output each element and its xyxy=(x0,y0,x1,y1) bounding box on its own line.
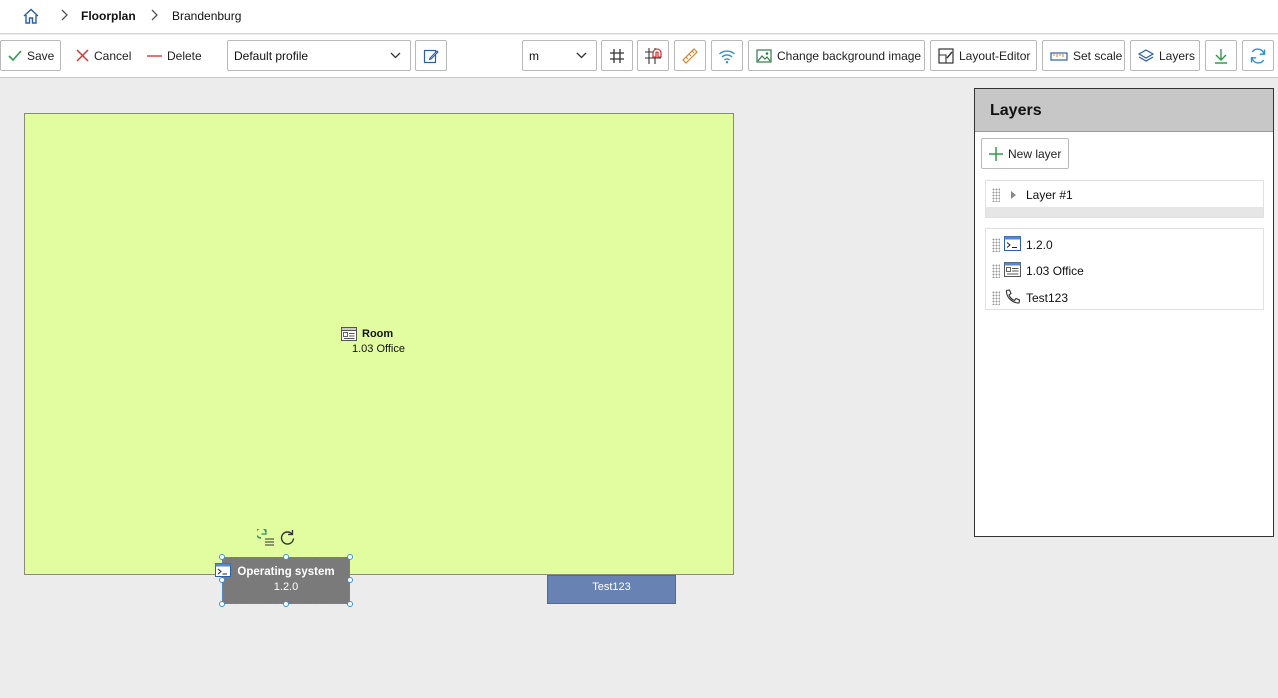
breadcrumb-current[interactable]: Brandenburg xyxy=(172,8,241,24)
layer-drop-zone xyxy=(986,207,1263,217)
breadcrumb-floorplan[interactable]: Floorplan xyxy=(81,8,136,24)
phone-name-label: Test123 xyxy=(592,581,631,593)
layers-panel-title: Layers xyxy=(975,89,1273,132)
unit-value: m xyxy=(529,48,539,63)
cancel-label: Cancel xyxy=(94,48,132,63)
phone-icon xyxy=(1005,289,1021,304)
layer-row[interactable]: Layer #1 xyxy=(986,181,1263,209)
layout-editor-button[interactable]: Layout-Editor xyxy=(930,40,1037,71)
breadcrumb: Floorplan Brandenburg xyxy=(0,0,1278,34)
profile-value: Default profile xyxy=(234,48,309,63)
new-layer-label: New layer xyxy=(1008,146,1062,161)
refresh-icon xyxy=(1250,47,1266,64)
resize-handle[interactable] xyxy=(347,577,353,583)
layer-object-item[interactable]: 1.2.0 xyxy=(986,231,1263,257)
wifi-icon xyxy=(719,49,735,63)
ruler-icon xyxy=(682,47,698,64)
layer-object-item[interactable]: Test123 xyxy=(986,284,1263,310)
room-icon xyxy=(341,327,357,341)
rotate-list-icon[interactable] xyxy=(257,529,275,547)
set-scale-button[interactable]: Set scale xyxy=(1042,40,1125,71)
toolbar: Save Cancel Delete Default profile m Cha… xyxy=(0,35,1278,78)
layer-object-name: 1.2.0 xyxy=(1026,238,1053,252)
measure-button[interactable] xyxy=(674,40,706,71)
object-tools xyxy=(257,529,296,547)
chevron-right-icon xyxy=(61,9,68,21)
layers-panel: Layers New layer Layer #1 1.2.0 1.03 Off… xyxy=(974,88,1274,537)
plus-icon xyxy=(989,146,1003,161)
minus-icon xyxy=(147,54,162,57)
terminal-icon xyxy=(1004,236,1021,251)
image-icon xyxy=(756,48,772,63)
rotate-icon[interactable] xyxy=(279,529,296,546)
change-background-image-label: Change background image xyxy=(777,48,922,63)
save-button[interactable]: Save xyxy=(0,40,61,71)
layers-label: Layers xyxy=(1159,48,1196,63)
drag-handle-icon[interactable] xyxy=(992,264,1000,278)
os-type-label: Operating system xyxy=(237,566,335,578)
operating-system-object[interactable]: Operating system 1.2.0 xyxy=(219,554,353,607)
unit-select[interactable]: m xyxy=(522,40,597,71)
room-name-label: 1.03 Office xyxy=(352,343,405,355)
resize-handle[interactable] xyxy=(219,554,225,560)
new-layer-button[interactable]: New layer xyxy=(981,138,1070,169)
layer-object-name: 1.03 Office xyxy=(1026,264,1084,278)
expand-arrow-icon[interactable] xyxy=(1011,191,1016,199)
resize-handle[interactable] xyxy=(347,601,353,607)
layer-object-list: 1.2.0 1.03 Office Test123 xyxy=(985,228,1264,310)
download-button[interactable] xyxy=(1205,40,1237,71)
resize-handle[interactable] xyxy=(347,554,353,560)
layer-object-item[interactable]: 1.03 Office xyxy=(986,257,1263,283)
resize-handle[interactable] xyxy=(283,601,289,607)
layer-name: Layer #1 xyxy=(1026,188,1073,202)
layers-icon xyxy=(1138,48,1154,62)
check-icon xyxy=(8,49,22,61)
set-scale-label: Set scale xyxy=(1073,48,1123,63)
magnet-grid-icon xyxy=(645,47,662,64)
refresh-button[interactable] xyxy=(1242,40,1274,71)
layout-editor-label: Layout-Editor xyxy=(959,48,1031,63)
home-icon[interactable] xyxy=(22,7,40,25)
grid-icon xyxy=(610,48,624,63)
edit-icon xyxy=(423,49,439,63)
phone-object[interactable]: Test123 xyxy=(547,575,676,604)
save-label: Save xyxy=(27,48,55,63)
layer-object-name: Test123 xyxy=(1026,291,1069,305)
chevron-right-icon xyxy=(151,9,158,21)
room-type-label: Room xyxy=(362,328,394,340)
drag-handle-icon[interactable] xyxy=(992,188,1000,202)
wifi-button[interactable] xyxy=(711,40,743,71)
chevron-down-icon xyxy=(390,52,401,59)
resize-handle[interactable] xyxy=(219,577,225,583)
resize-handle[interactable] xyxy=(283,554,289,560)
edit-profile-button[interactable] xyxy=(415,40,447,71)
room-icon xyxy=(1004,262,1021,277)
grid-toggle-button[interactable] xyxy=(601,40,633,71)
layers-button[interactable]: Layers xyxy=(1130,40,1200,71)
layout-editor-icon xyxy=(938,47,954,64)
close-icon xyxy=(76,49,89,62)
delete-label: Delete xyxy=(167,48,202,63)
scale-ruler-icon xyxy=(1050,51,1068,61)
drag-handle-icon[interactable] xyxy=(992,238,1000,252)
profile-select[interactable]: Default profile xyxy=(227,40,411,71)
drag-handle-icon[interactable] xyxy=(992,291,1000,305)
terminal-icon xyxy=(215,563,231,577)
chevron-down-icon xyxy=(576,52,587,59)
layer-list: Layer #1 xyxy=(985,180,1264,218)
delete-button[interactable]: Delete xyxy=(139,40,209,71)
download-icon xyxy=(1215,48,1227,64)
resize-handle[interactable] xyxy=(219,601,225,607)
os-name-label: 1.2.0 xyxy=(273,581,299,593)
change-background-image-button[interactable]: Change background image xyxy=(748,40,925,71)
snap-to-grid-button[interactable] xyxy=(637,40,669,71)
cancel-button[interactable]: Cancel xyxy=(68,40,138,71)
